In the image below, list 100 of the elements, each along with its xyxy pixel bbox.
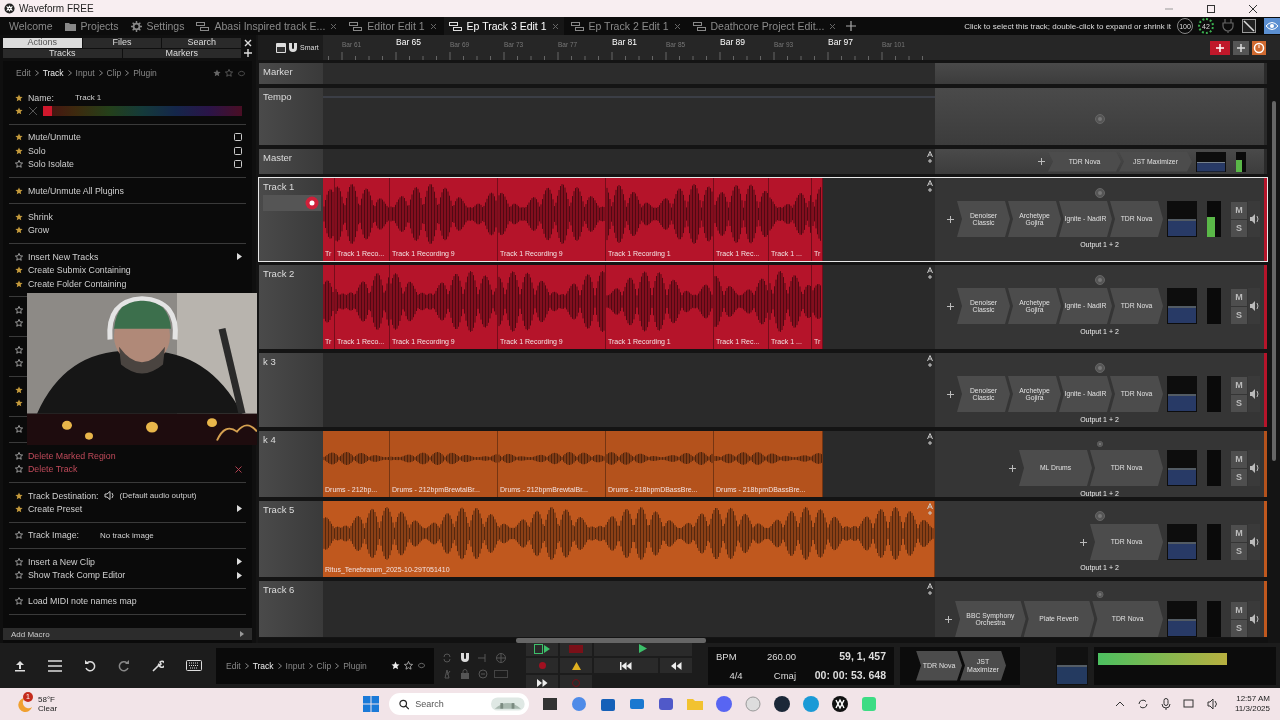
automation-icon[interactable] [927, 180, 933, 192]
add-plugin-icon[interactable] [947, 215, 954, 223]
play-from-start-icon[interactable] [534, 643, 550, 654]
track-toggle[interactable]: M [1231, 524, 1247, 542]
magnet-icon[interactable] [288, 42, 298, 53]
play-icon[interactable] [639, 644, 647, 653]
star-icon[interactable] [15, 491, 23, 500]
star-outline-icon[interactable] [15, 359, 23, 368]
track-toggle[interactable]: S [1231, 468, 1247, 486]
breadcrumb-link[interactable]: Track [42, 68, 64, 78]
track-toggle[interactable]: S [1231, 306, 1247, 324]
horizontal-scrollbar[interactable] [516, 638, 706, 643]
star-icon[interactable] [15, 398, 23, 407]
app-logo-icon[interactable] [831, 695, 849, 713]
close-tab-icon[interactable] [673, 22, 681, 30]
editor-tab[interactable]: Editor Edit 1 [344, 17, 442, 35]
clock-date[interactable]: 11/3/2025 [1235, 704, 1270, 715]
volume-icon[interactable] [1207, 698, 1219, 710]
track-toggle[interactable]: S [1231, 394, 1247, 412]
star-outline-icon[interactable] [15, 531, 23, 540]
breadcrumb-link[interactable]: Clip [316, 660, 332, 671]
editor-tab[interactable]: Abasi Inspired track E... [191, 17, 343, 35]
star-outline-icon[interactable] [15, 425, 23, 434]
window-mode-icon[interactable] [1242, 19, 1256, 33]
key-value[interactable]: Cmaj [756, 669, 796, 681]
breadcrumb-link[interactable]: Clip [106, 68, 122, 78]
track-toggle[interactable]: M [1231, 376, 1247, 394]
star-icon[interactable] [15, 266, 23, 275]
star-outline-icon[interactable] [15, 557, 23, 566]
action-item[interactable]: Load MIDI note names map [28, 596, 137, 607]
close-tab-icon[interactable] [429, 22, 437, 30]
warning-icon[interactable] [571, 661, 581, 670]
close-tab-icon[interactable] [829, 22, 837, 30]
menu-icon[interactable] [48, 659, 62, 672]
maximize-icon[interactable] [1206, 3, 1216, 14]
track-toggle[interactable]: S [1231, 542, 1247, 560]
add-plugin-icon[interactable] [947, 302, 954, 310]
clip-icon[interactable] [276, 42, 286, 53]
editor-tab[interactable]: Ep Track 3 Edit 1 [443, 17, 564, 35]
add-macro-bar[interactable]: Add Macro [3, 628, 252, 640]
breadcrumb-link[interactable]: Plugin [343, 660, 367, 671]
bpm-value[interactable]: 260.00 [756, 650, 796, 662]
search-box[interactable]: Search [389, 693, 529, 715]
star-icon[interactable] [15, 279, 23, 288]
start-icon[interactable] [363, 696, 379, 712]
editor-tab[interactable]: Projects [59, 17, 124, 35]
action-item[interactable]: Mute/Unmute [28, 132, 81, 143]
color-palette[interactable] [43, 106, 242, 117]
action-item[interactable]: Grow [28, 225, 50, 236]
track-toggle[interactable]: M [1231, 288, 1247, 306]
action-item[interactable]: Show Track Comp Editor [28, 570, 126, 581]
keyboard-icon[interactable] [186, 660, 202, 671]
star-icon[interactable] [15, 186, 23, 195]
wrench-icon[interactable] [152, 659, 164, 672]
position-value[interactable]: 59, 1, 457 [796, 650, 886, 662]
record-arm-icon[interactable] [305, 196, 319, 210]
action-item[interactable]: Create Submix Containing [28, 265, 131, 276]
window-icon[interactable] [541, 695, 559, 713]
star-outline-icon[interactable] [15, 597, 23, 606]
editor-tab[interactable]: Welcome [4, 17, 58, 35]
action-item[interactable]: Solo Isolate [28, 159, 74, 170]
clock-time[interactable]: 12:57 AM [1236, 693, 1270, 704]
action-item[interactable]: Insert New Tracks [28, 251, 99, 262]
dial-icon[interactable] [1094, 591, 1105, 598]
star-outline-icon[interactable] [15, 345, 23, 354]
automation-icon[interactable] [927, 433, 933, 445]
star-outline-icon[interactable] [15, 252, 23, 261]
redo-icon[interactable] [118, 659, 130, 672]
no-color-icon[interactable] [28, 106, 38, 117]
star-outline-icon[interactable] [225, 69, 233, 77]
checkbox[interactable] [234, 160, 242, 169]
undo-icon[interactable] [84, 659, 96, 672]
star-icon[interactable] [15, 226, 23, 235]
dial-icon[interactable] [1094, 363, 1105, 373]
action-item[interactable]: Mute/Unmute All Plugins [28, 185, 124, 196]
star-outline-icon[interactable] [15, 451, 23, 460]
star-icon[interactable] [15, 133, 23, 142]
add-icon[interactable] [1233, 40, 1249, 55]
track-name[interactable]: Track 1 [263, 181, 319, 192]
breadcrumb-link[interactable]: Plugin [133, 68, 157, 78]
star-icon[interactable] [15, 213, 23, 222]
action-item[interactable]: Create Folder Containing [28, 278, 127, 289]
chevron-up-icon[interactable] [1115, 701, 1125, 707]
upload-icon[interactable] [14, 659, 26, 672]
star-icon[interactable] [15, 107, 23, 116]
track-name[interactable]: Track 6 [263, 584, 319, 595]
dial-icon[interactable] [1094, 511, 1105, 521]
clock-icon[interactable] [1252, 40, 1266, 55]
editor-tab[interactable]: Settings [125, 17, 190, 35]
star-icon[interactable] [213, 69, 221, 77]
dial-icon[interactable] [1094, 275, 1105, 285]
dial-icon[interactable] [1094, 441, 1105, 447]
breadcrumb-link[interactable]: Input [285, 660, 305, 671]
weather-icon[interactable] [16, 696, 34, 712]
star-outline-icon[interactable] [15, 319, 23, 328]
add-plugin-icon[interactable] [1080, 538, 1087, 546]
star-outline-icon[interactable] [15, 306, 23, 314]
star-icon[interactable] [15, 385, 23, 394]
new-tab-icon[interactable] [846, 21, 857, 31]
editor-tab[interactable]: Deathcore Project Edit... [687, 17, 842, 35]
